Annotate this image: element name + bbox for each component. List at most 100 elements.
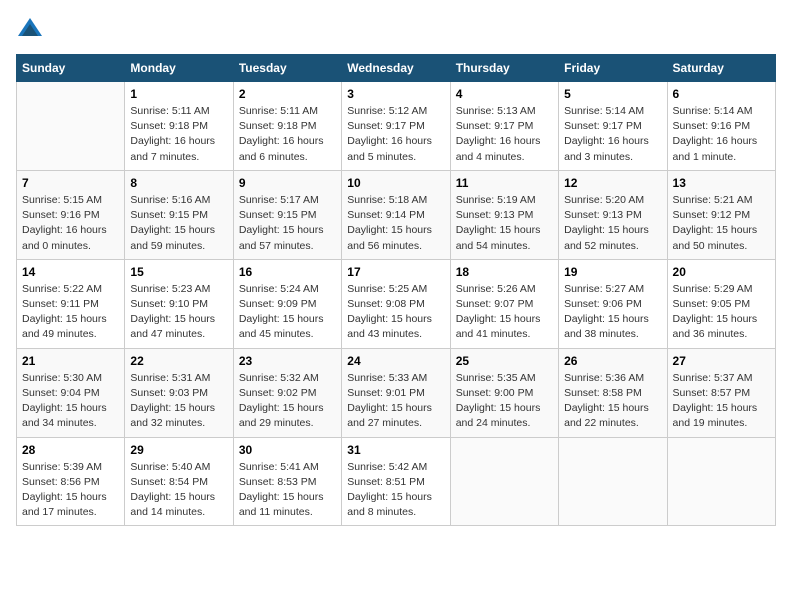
day-info: Sunrise: 5:23 AM Sunset: 9:10 PM Dayligh…: [130, 282, 227, 343]
day-info: Sunrise: 5:31 AM Sunset: 9:03 PM Dayligh…: [130, 371, 227, 432]
calendar-cell: 30 Sunrise: 5:41 AM Sunset: 8:53 PM Dayli…: [233, 437, 341, 526]
calendar-week-2: 7Sunrise: 5:15 AM Sunset: 9:16 PM Daylig…: [17, 170, 776, 259]
calendar-week-4: 21Sunrise: 5:30 AM Sunset: 9:04 PM Dayli…: [17, 348, 776, 437]
day-info: Sunrise: 5:37 AM Sunset: 8:57 PM Dayligh…: [673, 371, 770, 432]
day-info: Sunrise: 5:40 AM Sunset: 8:54 PM Dayligh…: [130, 460, 227, 521]
day-number: 8: [130, 176, 227, 190]
calendar-cell: 11 Sunrise: 5:19 AM Sunset: 9:13 PM Dayli…: [450, 170, 558, 259]
day-number: 13: [673, 176, 770, 190]
day-number: 27: [673, 354, 770, 368]
calendar-cell: [17, 82, 125, 171]
calendar-cell: 7Sunrise: 5:15 AM Sunset: 9:16 PM Daylig…: [17, 170, 125, 259]
calendar-cell: 8 Sunrise: 5:16 AM Sunset: 9:15 PM Daylig…: [125, 170, 233, 259]
day-info: Sunrise: 5:16 AM Sunset: 9:15 PM Dayligh…: [130, 193, 227, 254]
day-info: Sunrise: 5:13 AM Sunset: 9:17 PM Dayligh…: [456, 104, 553, 165]
day-info: Sunrise: 5:35 AM Sunset: 9:00 PM Dayligh…: [456, 371, 553, 432]
day-info: Sunrise: 5:25 AM Sunset: 9:08 PM Dayligh…: [347, 282, 444, 343]
calendar-cell: 10Sunrise: 5:18 AM Sunset: 9:14 PM Dayli…: [342, 170, 450, 259]
weekday-header-tuesday: Tuesday: [233, 55, 341, 82]
day-number: 31: [347, 443, 444, 457]
day-info: Sunrise: 5:11 AM Sunset: 9:18 PM Dayligh…: [130, 104, 227, 165]
calendar-cell: 27 Sunrise: 5:37 AM Sunset: 8:57 PM Dayli…: [667, 348, 775, 437]
calendar-cell: 23 Sunrise: 5:32 AM Sunset: 9:02 PM Dayli…: [233, 348, 341, 437]
calendar-week-5: 28 Sunrise: 5:39 AM Sunset: 8:56 PM Dayli…: [17, 437, 776, 526]
calendar-cell: 22 Sunrise: 5:31 AM Sunset: 9:03 PM Dayli…: [125, 348, 233, 437]
day-number: 22: [130, 354, 227, 368]
day-number: 18: [456, 265, 553, 279]
day-number: 3: [347, 87, 444, 101]
calendar-cell: 9Sunrise: 5:17 AM Sunset: 9:15 PM Daylig…: [233, 170, 341, 259]
day-number: 25: [456, 354, 553, 368]
day-info: Sunrise: 5:19 AM Sunset: 9:13 PM Dayligh…: [456, 193, 553, 254]
day-number: 12: [564, 176, 661, 190]
calendar-cell: 12 Sunrise: 5:20 AM Sunset: 9:13 PM Dayli…: [559, 170, 667, 259]
calendar-week-3: 14 Sunrise: 5:22 AM Sunset: 9:11 PM Dayli…: [17, 259, 776, 348]
day-number: 28: [22, 443, 119, 457]
day-number: 9: [239, 176, 336, 190]
calendar-cell: 17 Sunrise: 5:25 AM Sunset: 9:08 PM Dayli…: [342, 259, 450, 348]
calendar-cell: 31Sunrise: 5:42 AM Sunset: 8:51 PM Dayli…: [342, 437, 450, 526]
day-number: 19: [564, 265, 661, 279]
day-info: Sunrise: 5:39 AM Sunset: 8:56 PM Dayligh…: [22, 460, 119, 521]
day-info: Sunrise: 5:26 AM Sunset: 9:07 PM Dayligh…: [456, 282, 553, 343]
calendar-cell: 19 Sunrise: 5:27 AM Sunset: 9:06 PM Dayli…: [559, 259, 667, 348]
day-number: 4: [456, 87, 553, 101]
day-number: 5: [564, 87, 661, 101]
calendar-cell: 5 Sunrise: 5:14 AM Sunset: 9:17 PM Daylig…: [559, 82, 667, 171]
day-info: Sunrise: 5:21 AM Sunset: 9:12 PM Dayligh…: [673, 193, 770, 254]
calendar-cell: 29 Sunrise: 5:40 AM Sunset: 8:54 PM Dayli…: [125, 437, 233, 526]
day-info: Sunrise: 5:20 AM Sunset: 9:13 PM Dayligh…: [564, 193, 661, 254]
day-info: Sunrise: 5:33 AM Sunset: 9:01 PM Dayligh…: [347, 371, 444, 432]
day-number: 6: [673, 87, 770, 101]
weekday-header-friday: Friday: [559, 55, 667, 82]
day-info: Sunrise: 5:11 AM Sunset: 9:18 PM Dayligh…: [239, 104, 336, 165]
calendar-cell: 15 Sunrise: 5:23 AM Sunset: 9:10 PM Dayli…: [125, 259, 233, 348]
calendar-cell: 18 Sunrise: 5:26 AM Sunset: 9:07 PM Dayli…: [450, 259, 558, 348]
calendar-cell: 13 Sunrise: 5:21 AM Sunset: 9:12 PM Dayli…: [667, 170, 775, 259]
day-number: 17: [347, 265, 444, 279]
calendar-cell: 26 Sunrise: 5:36 AM Sunset: 8:58 PM Dayli…: [559, 348, 667, 437]
day-info: Sunrise: 5:24 AM Sunset: 9:09 PM Dayligh…: [239, 282, 336, 343]
calendar-cell: [667, 437, 775, 526]
calendar-cell: 21Sunrise: 5:30 AM Sunset: 9:04 PM Dayli…: [17, 348, 125, 437]
day-number: 20: [673, 265, 770, 279]
calendar-cell: 25 Sunrise: 5:35 AM Sunset: 9:00 PM Dayli…: [450, 348, 558, 437]
calendar-cell: 28 Sunrise: 5:39 AM Sunset: 8:56 PM Dayli…: [17, 437, 125, 526]
day-number: 1: [130, 87, 227, 101]
day-number: 24: [347, 354, 444, 368]
weekday-header-wednesday: Wednesday: [342, 55, 450, 82]
weekday-header-saturday: Saturday: [667, 55, 775, 82]
day-info: Sunrise: 5:14 AM Sunset: 9:16 PM Dayligh…: [673, 104, 770, 165]
day-info: Sunrise: 5:27 AM Sunset: 9:06 PM Dayligh…: [564, 282, 661, 343]
day-info: Sunrise: 5:12 AM Sunset: 9:17 PM Dayligh…: [347, 104, 444, 165]
calendar-table: SundayMondayTuesdayWednesdayThursdayFrid…: [16, 54, 776, 526]
calendar-cell: 3 Sunrise: 5:12 AM Sunset: 9:17 PM Daylig…: [342, 82, 450, 171]
day-number: 29: [130, 443, 227, 457]
logo: [16, 16, 48, 44]
calendar-cell: 6 Sunrise: 5:14 AM Sunset: 9:16 PM Daylig…: [667, 82, 775, 171]
calendar-cell: 1 Sunrise: 5:11 AM Sunset: 9:18 PM Daylig…: [125, 82, 233, 171]
day-info: Sunrise: 5:22 AM Sunset: 9:11 PM Dayligh…: [22, 282, 119, 343]
day-number: 30: [239, 443, 336, 457]
day-info: Sunrise: 5:32 AM Sunset: 9:02 PM Dayligh…: [239, 371, 336, 432]
calendar-cell: 14 Sunrise: 5:22 AM Sunset: 9:11 PM Dayli…: [17, 259, 125, 348]
day-number: 7: [22, 176, 119, 190]
calendar-cell: [450, 437, 558, 526]
weekday-header-thursday: Thursday: [450, 55, 558, 82]
day-number: 11: [456, 176, 553, 190]
day-number: 2: [239, 87, 336, 101]
day-number: 15: [130, 265, 227, 279]
day-info: Sunrise: 5:29 AM Sunset: 9:05 PM Dayligh…: [673, 282, 770, 343]
weekday-header-monday: Monday: [125, 55, 233, 82]
day-info: Sunrise: 5:41 AM Sunset: 8:53 PM Dayligh…: [239, 460, 336, 521]
day-info: Sunrise: 5:14 AM Sunset: 9:17 PM Dayligh…: [564, 104, 661, 165]
day-number: 23: [239, 354, 336, 368]
day-number: 21: [22, 354, 119, 368]
day-info: Sunrise: 5:36 AM Sunset: 8:58 PM Dayligh…: [564, 371, 661, 432]
calendar-cell: 4 Sunrise: 5:13 AM Sunset: 9:17 PM Daylig…: [450, 82, 558, 171]
day-number: 26: [564, 354, 661, 368]
calendar-cell: [559, 437, 667, 526]
calendar-cell: 16Sunrise: 5:24 AM Sunset: 9:09 PM Dayli…: [233, 259, 341, 348]
day-number: 14: [22, 265, 119, 279]
page-header: [16, 16, 776, 44]
